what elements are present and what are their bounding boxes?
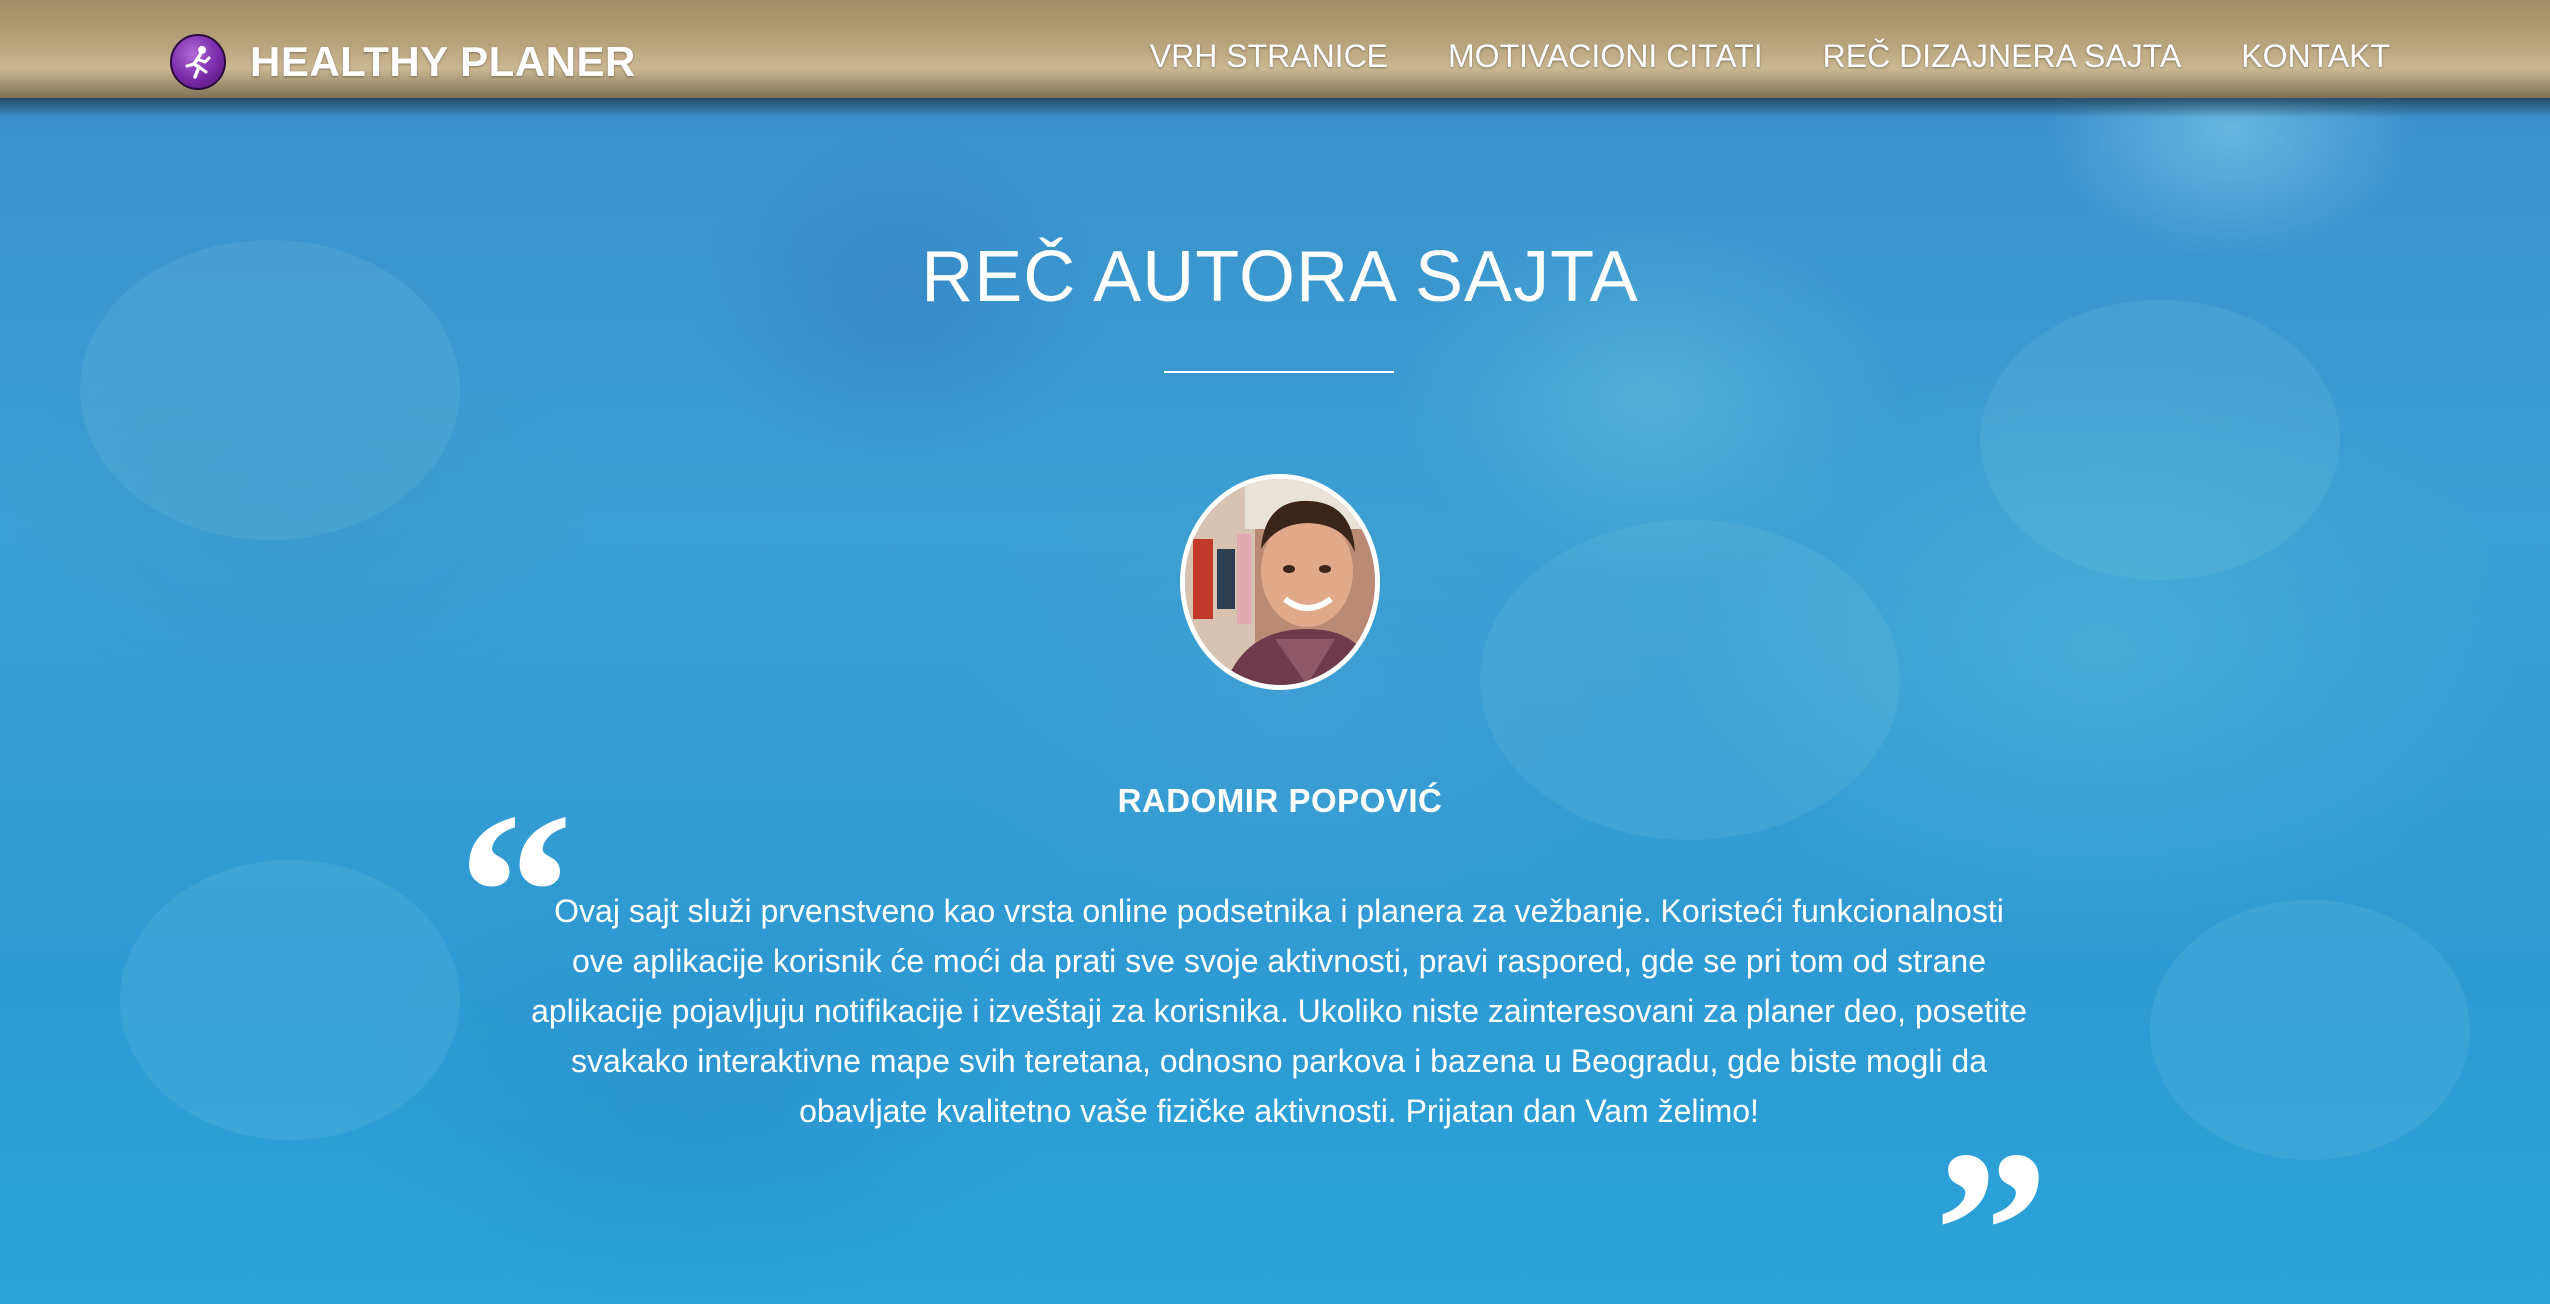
runner-icon-glyph <box>185 46 211 79</box>
author-quote-text: Ovaj sajt služi prvenstveno kao vrsta on… <box>531 893 2027 1129</box>
runner-icon <box>170 34 226 90</box>
close-quote-icon: ” <box>1934 1103 2049 1304</box>
section-title: REČ AUTORA SAJTA <box>921 237 1639 317</box>
author-avatar <box>1180 474 1380 690</box>
nav-link-kontakt[interactable]: KONTAKT <box>2241 38 2390 75</box>
title-divider <box>1164 371 1394 373</box>
author-photo <box>1185 479 1375 685</box>
navbar-shadow <box>0 98 2550 118</box>
nav-link-rec-dizajnera-sajta[interactable]: REČ DIZAJNERA SAJTA <box>1823 38 2182 75</box>
brand-link[interactable]: HEALTHY PLANER <box>170 34 636 90</box>
top-navbar: HEALTHY PLANER VRH STRANICE MOTIVACIONI … <box>0 0 2550 98</box>
nav-link-vrh-stranice[interactable]: VRH STRANICE <box>1150 38 1388 75</box>
main-nav: VRH STRANICE MOTIVACIONI CITATI REČ DIZA… <box>1150 38 2390 75</box>
author-name: RADOMIR POPOVIĆ <box>1117 782 1443 819</box>
brand-name: HEALTHY PLANER <box>250 38 636 85</box>
nav-link-motivacioni-citati[interactable]: MOTIVACIONI CITATI <box>1448 38 1763 75</box>
author-word-section: REČ AUTORA SAJTA RADOMIR POPOVIĆ “ Ovaj … <box>0 98 2550 1304</box>
